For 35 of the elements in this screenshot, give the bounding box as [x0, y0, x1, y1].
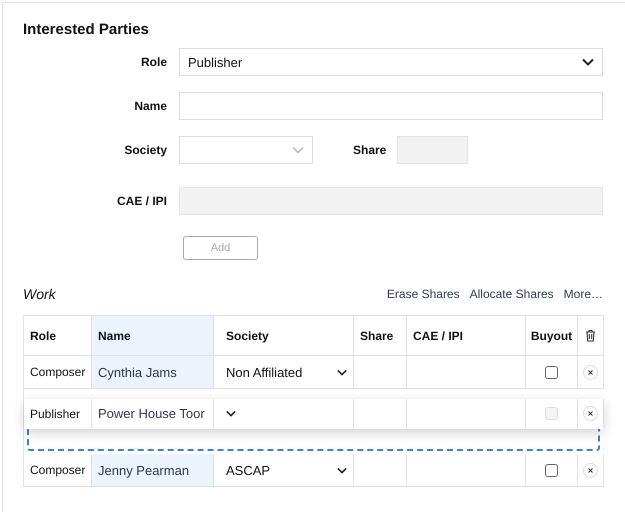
column-header: Buyout — [526, 316, 578, 356]
society-select[interactable]: Non Affiliated — [226, 364, 347, 380]
field-label: Share — [353, 143, 386, 157]
remove-icon[interactable] — [583, 406, 598, 421]
dragged-row[interactable]: Publisher Power House Toor — [24, 399, 604, 429]
chevron-icon — [292, 146, 304, 154]
society-select[interactable]: ASCAP — [226, 462, 347, 478]
field-label: Role — [140, 55, 167, 69]
table-cell: Composer — [30, 463, 86, 477]
action-link[interactable]: More… — [564, 287, 603, 301]
table-cell: Publisher — [30, 406, 80, 420]
field-label: Society — [123, 143, 167, 157]
remove-icon[interactable] — [583, 364, 598, 380]
action-link[interactable]: Allocate Shares — [470, 287, 554, 301]
trash-icon[interactable] — [585, 329, 596, 342]
buyout-checkbox[interactable] — [545, 464, 558, 476]
column-header: Name — [92, 316, 214, 356]
section-title: Interested Parties — [23, 21, 150, 38]
column-header: CAE / IPI — [407, 316, 526, 356]
name-field[interactable] — [179, 92, 603, 120]
chevron-icon — [582, 58, 594, 66]
name-field[interactable]: Power House Toor — [98, 406, 205, 421]
action-link[interactable]: Erase Shares — [386, 287, 460, 301]
table-cell: Composer — [30, 365, 86, 379]
buyout-checkbox[interactable] — [545, 366, 558, 378]
column-header: Share — [354, 316, 407, 356]
chevron-icon — [337, 368, 347, 376]
role-select[interactable]: Publisher — [179, 48, 603, 76]
field-label: CAE / IPI — [116, 194, 167, 208]
remove-icon[interactable] — [583, 462, 598, 478]
chevron-icon — [226, 410, 236, 417]
section-title: Work — [23, 286, 56, 302]
field-label: Name — [133, 99, 167, 113]
column-header: Society — [214, 316, 354, 356]
chevron-icon — [337, 466, 347, 474]
